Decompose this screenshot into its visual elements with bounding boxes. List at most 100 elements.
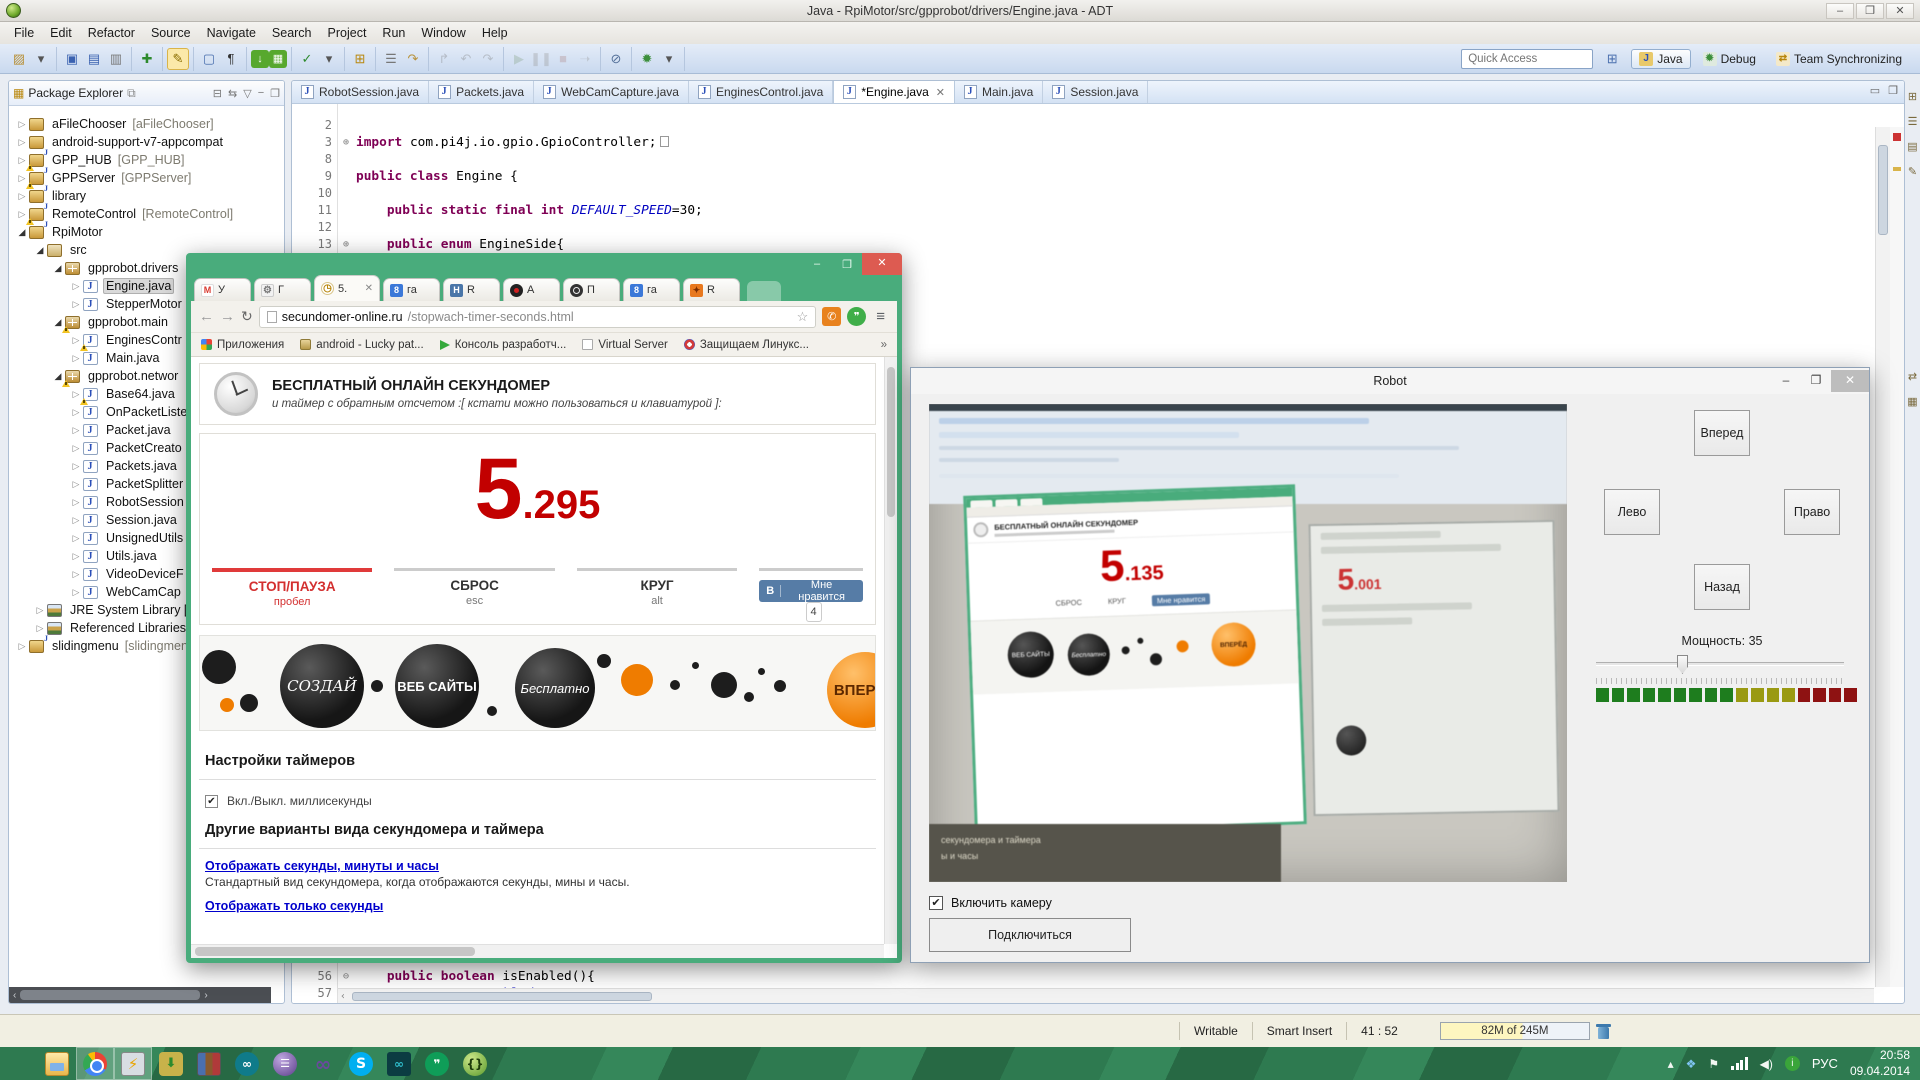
console-view-icon[interactable]: ▦ (1907, 395, 1917, 408)
fold-icon[interactable]: ⊖ (340, 968, 352, 985)
close-button[interactable]: ✕ (862, 253, 902, 275)
back-icon[interactable]: ← (199, 308, 214, 325)
fold-icon[interactable]: ⊕ (340, 134, 352, 151)
taskbar-arduino[interactable]: ∞ (228, 1047, 266, 1080)
error-marker[interactable] (1893, 133, 1901, 141)
expanded-arrow-icon[interactable]: ◢ (53, 263, 63, 274)
browser-tab-га[interactable]: 8га (623, 278, 680, 301)
taskbar-visual-studio[interactable]: ∞ (304, 1047, 342, 1080)
banner-ball[interactable]: СОЗДАЙ (280, 644, 364, 728)
perspective-team-synchronizing[interactable]: ⇄Team Synchronizing (1768, 49, 1910, 69)
jump-icon[interactable]: ↷ (402, 48, 424, 70)
maximize-button[interactable]: ❐ (1801, 370, 1831, 392)
maximize-button[interactable]: ❐ (832, 258, 862, 271)
language-indicator[interactable]: РУС (1812, 1056, 1838, 1071)
tree-item-gpprobot-drivers[interactable]: ◢gpprobot.drivers (53, 259, 181, 277)
taskbar-braces-ide[interactable]: {} (456, 1047, 494, 1080)
camera-checkbox[interactable]: ✔ (929, 896, 943, 910)
new-tab-button[interactable] (747, 281, 781, 301)
menu-source[interactable]: Source (143, 24, 199, 42)
view-menu-icon[interactable]: ▽ (243, 87, 251, 100)
dropdown-icon[interactable]: ▾ (30, 48, 52, 70)
garbage-collect-button[interactable] (1596, 1023, 1611, 1039)
dropdown-icon[interactable]: ▾ (318, 48, 340, 70)
extension-phone-icon[interactable]: ✆ (822, 307, 841, 326)
timer-control-esc[interactable]: СБРОСesc (394, 568, 554, 616)
minimize-view-icon[interactable]: − (258, 87, 264, 100)
close-tab-icon[interactable]: ✕ (365, 283, 373, 294)
maximize-button[interactable]: ❐ (1856, 3, 1884, 19)
browser-tab-г[interactable]: ⚙Г (254, 278, 311, 301)
tree-item-webcamcap[interactable]: ▷WebCamCap (71, 583, 184, 601)
editor-tab-session-java[interactable]: Session.java (1043, 80, 1148, 103)
editor-tab-webcamcapture-java[interactable]: WebCamCapture.java (534, 80, 689, 103)
collapsed-arrow-icon[interactable]: ▷ (71, 479, 81, 490)
collapsed-arrow-icon[interactable]: ▷ (71, 443, 81, 454)
collapsed-arrow-icon[interactable]: ▷ (17, 119, 27, 130)
editor-vertical-scrollbar[interactable] (1875, 127, 1890, 987)
editor-tab-enginescontrol-java[interactable]: EnginesControl.java (689, 80, 833, 103)
banner-ball[interactable]: ВПЕРЁД (827, 652, 876, 728)
milliseconds-checkbox[interactable]: ✔ (205, 795, 218, 808)
editor-corner-controls[interactable]: ▭❐ (1870, 84, 1898, 97)
android-sdk-icon[interactable]: ↓ (251, 50, 269, 68)
save-icon[interactable]: ▣ (61, 48, 83, 70)
chrome-menu-icon[interactable]: ≡ (872, 308, 889, 325)
collapsed-arrow-icon[interactable]: ▷ (71, 461, 81, 472)
action-center-flag-icon[interactable]: ⚑ (1708, 1057, 1719, 1071)
minimize-button[interactable]: – (802, 258, 832, 270)
expanded-arrow-icon[interactable]: ◢ (35, 245, 45, 256)
minimize-button[interactable]: – (1771, 370, 1801, 392)
close-button[interactable]: ✕ (1831, 370, 1869, 392)
bookmark-star-icon[interactable]: ☆ (797, 309, 809, 325)
clock[interactable]: 20:58 09.04.2014 (1850, 1048, 1910, 1079)
link-show-hms[interactable]: Отображать секунды, минуты и часы (205, 859, 870, 873)
collapsed-arrow-icon[interactable]: ▷ (17, 641, 27, 652)
perspective-debug[interactable]: ✹Debug (1695, 49, 1764, 69)
tree-item-jre-system-library-j[interactable]: ▷JRE System Library [J (35, 601, 197, 619)
scrollbar-thumb[interactable] (352, 992, 652, 1001)
highlighter-icon[interactable]: ✎ (167, 48, 189, 70)
dropdown-icon[interactable]: ▾ (658, 48, 680, 70)
open-type-icon[interactable]: ▢ (198, 48, 220, 70)
tree-item-session-java[interactable]: ▷Session.java (71, 511, 180, 529)
stop-icon[interactable]: ■ (552, 48, 574, 70)
tree-item-gpprobot-networ[interactable]: ◢gpprobot.networ (53, 367, 181, 385)
print-icon[interactable]: ▥ (105, 48, 127, 70)
menu-file[interactable]: File (6, 24, 42, 42)
back-button[interactable]: Назад (1694, 564, 1750, 610)
tree-item-steppermotor[interactable]: ▷StepperMotor (71, 295, 185, 313)
taskbar-hangouts[interactable]: ❞ (418, 1047, 456, 1080)
tree-item-rpimotor[interactable]: ◢JRpiMotor (17, 223, 106, 241)
page-vertical-scrollbar[interactable] (884, 357, 897, 944)
menu-refactor[interactable]: Refactor (80, 24, 143, 42)
forward-icon[interactable]: → (220, 308, 235, 325)
tree-item-onpacketliste[interactable]: ▷OnPacketListe (71, 403, 190, 421)
collapsed-arrow-icon[interactable]: ▷ (35, 623, 45, 634)
browser-tab-га[interactable]: 8га (383, 278, 440, 301)
editor-horizontal-scrollbar[interactable]: ‹ (338, 988, 1874, 1003)
bookmark-linux[interactable]: Защищаем Линукс... (684, 339, 809, 351)
scroll-right-icon[interactable]: › (204, 990, 207, 1001)
tree-item-gpp-hub[interactable]: ▷JGPP_HUB [GPP_HUB] (17, 151, 184, 169)
collapsed-arrow-icon[interactable]: ▷ (71, 425, 81, 436)
collapsed-arrow-icon[interactable]: ▷ (35, 605, 45, 616)
collapsed-arrow-icon[interactable]: ▷ (71, 497, 81, 508)
collapsed-arrow-icon[interactable]: ▷ (71, 515, 81, 526)
tree-item-enginescontr[interactable]: ▷EnginesContr (71, 331, 185, 349)
menu-run[interactable]: Run (374, 24, 413, 42)
editor-tab--engine-java[interactable]: *Engine.java✕ (833, 80, 955, 103)
taskbar-start[interactable] (0, 1047, 38, 1080)
link-show-seconds-only[interactable]: Отображать только секунды (205, 899, 870, 913)
tree-item-main-java[interactable]: ▷Main.java (71, 349, 163, 367)
new-wizard-icon[interactable]: ▨ (8, 48, 30, 70)
collapsed-arrow-icon[interactable]: ▷ (71, 551, 81, 562)
taskbar-skype[interactable]: S (342, 1047, 380, 1080)
maximize-view-icon[interactable]: ❐ (270, 87, 280, 100)
taskbar-tiles-app[interactable] (494, 1047, 532, 1080)
minimize-button[interactable]: – (1826, 3, 1854, 19)
tree-item-robotsession[interactable]: ▷RobotSession (71, 493, 187, 511)
editor-tab-robotsession-java[interactable]: RobotSession.java (292, 80, 429, 103)
connect-button[interactable]: Подключиться (929, 918, 1131, 952)
warning-marker[interactable] (1893, 167, 1901, 171)
